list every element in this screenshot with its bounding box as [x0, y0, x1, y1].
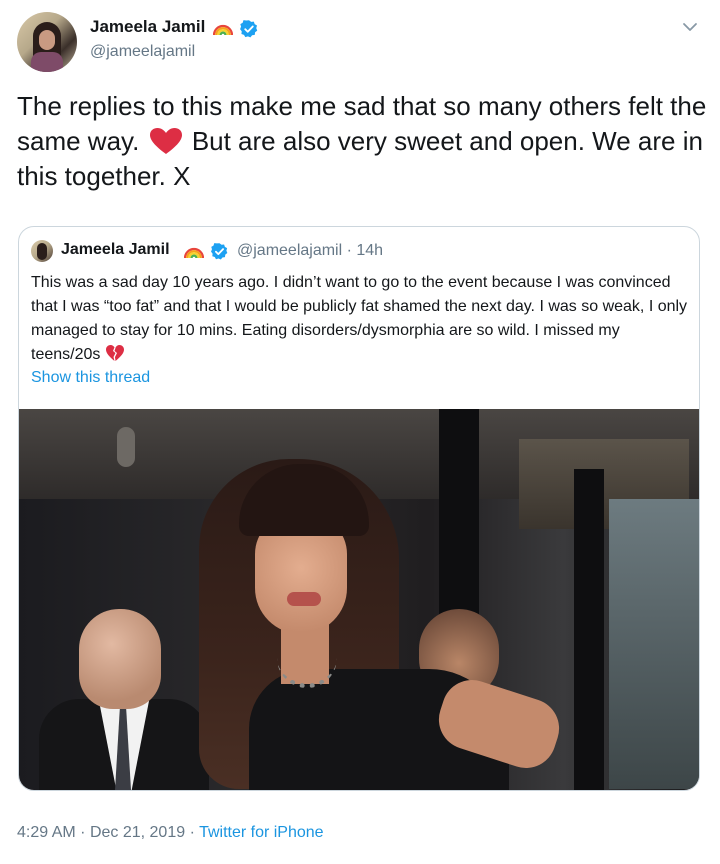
chevron-down-icon[interactable]: [681, 18, 699, 36]
separator: ·: [189, 824, 195, 841]
verified-badge-icon: [240, 20, 258, 38]
broken-heart-icon: [105, 345, 124, 361]
author-display-name[interactable]: Jameela Jamil: [90, 17, 205, 37]
tweet-photo[interactable]: [19, 409, 699, 790]
red-heart-icon: [149, 128, 182, 154]
tweet-metadata: 4:29 AM · Dec 21, 2019 · Twitter for iPh…: [17, 824, 324, 842]
quoted-tweet-text: This was a sad day 10 years ago. I didn’…: [31, 271, 691, 367]
separator: ·: [80, 824, 86, 841]
author-avatar[interactable]: [17, 12, 77, 72]
verified-badge-icon: [211, 243, 228, 260]
quoted-author-avatar: [31, 240, 53, 262]
tweet-time[interactable]: 4:29 AM: [17, 824, 76, 841]
quoted-author-name: Jameela Jamil: [61, 241, 170, 258]
show-this-thread-link[interactable]: Show this thread: [31, 369, 150, 387]
rainbow-icon: [213, 24, 233, 36]
quoted-tweet-body: This was a sad day 10 years ago. I didn’…: [31, 274, 688, 363]
quoted-author-handle-time: @jameelajamil · 14h: [237, 242, 384, 259]
tweet-date[interactable]: Dec 21, 2019: [90, 824, 185, 841]
quoted-tweet[interactable]: Jameela Jamil @jameelajamil · 14h This w…: [18, 226, 700, 791]
tweet-card: Jameela Jamil @jameelajamil The replies …: [0, 0, 720, 864]
tweet-text: The replies to this make me sad that so …: [17, 89, 707, 194]
tweet-source-link[interactable]: Twitter for iPhone: [199, 824, 324, 841]
author-handle[interactable]: @jameelajamil: [90, 43, 195, 61]
rainbow-icon: [184, 247, 204, 259]
